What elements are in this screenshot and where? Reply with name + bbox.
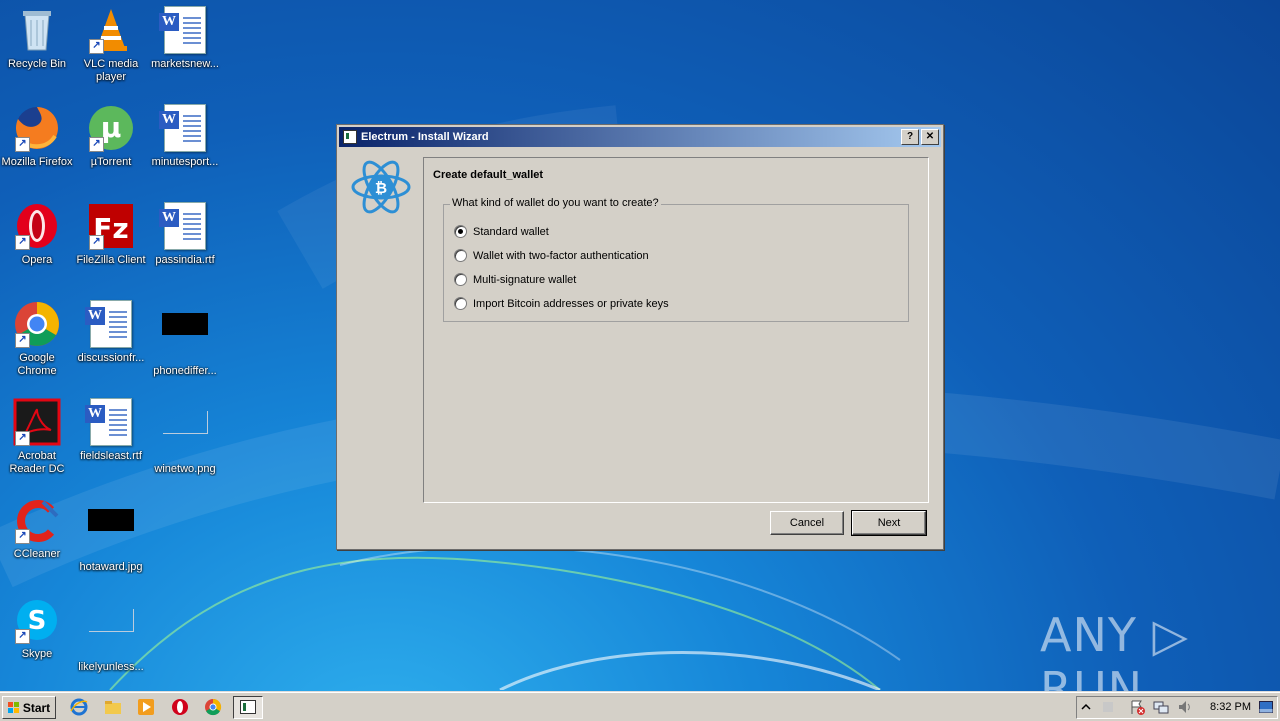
acrobat-icon: ↗	[13, 398, 61, 446]
window-icon	[240, 700, 256, 714]
desktop-icon-chrome[interactable]: ↗ Google Chrome	[0, 300, 74, 378]
file-explorer-icon[interactable]	[104, 698, 122, 716]
start-button[interactable]: Start	[2, 696, 56, 719]
word-document-icon: W	[85, 398, 135, 446]
option-multisig-wallet[interactable]: Multi-signature wallet	[454, 273, 576, 286]
taskbar-electrum-window[interactable]	[233, 696, 263, 719]
shortcut-arrow-icon: ↗	[15, 333, 30, 348]
desktop-icon-phonediffer[interactable]: phonediffer...	[148, 300, 222, 378]
shortcut-arrow-icon: ↗	[15, 431, 30, 446]
opera-icon: ↗	[13, 202, 61, 250]
action-center-flag-icon[interactable]	[1129, 699, 1145, 715]
option-standard-wallet[interactable]: Standard wallet	[454, 225, 549, 238]
chrome-icon: ↗	[13, 300, 61, 348]
desktop-icon-firefox[interactable]: ↗ Mozilla Firefox	[0, 104, 74, 169]
electrum-logo-icon: ₿	[351, 160, 411, 214]
internet-explorer-icon[interactable]	[70, 698, 88, 716]
desktop-icon-opera[interactable]: ↗ Opera	[0, 202, 74, 267]
start-label: Start	[22, 700, 51, 715]
image-file-icon	[161, 313, 209, 361]
desktop-icon-hotaward[interactable]: hotaward.jpg	[74, 496, 148, 574]
option-label: Import Bitcoin addresses or private keys	[473, 297, 669, 310]
image-file-icon	[87, 609, 135, 657]
network-icon[interactable]	[1153, 699, 1169, 715]
skype-icon: S ↗	[13, 596, 61, 644]
taskbar: Start 8:32 PM	[0, 692, 1280, 721]
page-title: Create default_wallet	[433, 169, 544, 181]
opera-taskbar-icon[interactable]	[171, 698, 189, 716]
word-document-icon: W	[159, 202, 209, 250]
option-label: Standard wallet	[473, 225, 549, 238]
filezilla-icon: Fz ↗	[87, 202, 135, 250]
show-hidden-icons-icon[interactable]	[1081, 702, 1091, 712]
option-label: Wallet with two-factor authentication	[473, 249, 649, 262]
desktop-icon-skype[interactable]: S ↗ Skype	[0, 596, 74, 661]
close-button[interactable]: ✕	[921, 129, 939, 145]
desktop-icon-discussionfr[interactable]: W discussionfr...	[74, 300, 148, 365]
desktop-icon-vlc[interactable]: ↗ VLC media player	[74, 6, 148, 84]
shortcut-arrow-icon: ↗	[15, 629, 30, 644]
shortcut-arrow-icon: ↗	[89, 137, 104, 152]
recycle-bin-icon	[13, 6, 61, 54]
utorrent-icon: µ ↗	[87, 104, 135, 152]
desktop-icon-likelyunless[interactable]: likelyunless...	[74, 596, 148, 674]
media-player-icon[interactable]	[137, 698, 155, 716]
wizard-content-panel: Create default_wallet What kind of walle…	[423, 157, 929, 503]
tray-placeholder-icon[interactable]	[1101, 700, 1115, 714]
option-import-keys[interactable]: Import Bitcoin addresses or private keys	[454, 297, 669, 310]
desktop-icon-recycle-bin[interactable]: Recycle Bin	[0, 6, 74, 71]
radio-button[interactable]	[454, 249, 467, 262]
svg-text:S: S	[28, 606, 47, 636]
option-label: Multi-signature wallet	[473, 273, 577, 286]
windows-logo-icon	[7, 702, 20, 713]
next-button[interactable]: Next	[851, 510, 927, 536]
desktop-icon-ccleaner[interactable]: ↗ CCleaner	[0, 496, 74, 561]
system-tray: 8:32 PM	[1076, 696, 1278, 719]
desktop-icon-marketsnew[interactable]: W marketsnew...	[148, 6, 222, 71]
dialog-titlebar[interactable]: Electrum - Install Wizard ? ✕	[339, 127, 941, 147]
option-two-factor-wallet[interactable]: Wallet with two-factor authentication	[454, 249, 649, 262]
dialog-title: Electrum - Install Wizard	[361, 131, 489, 143]
clock[interactable]: 8:32 PM	[1210, 701, 1251, 713]
electrum-window-icon	[343, 130, 357, 144]
shortcut-arrow-icon: ↗	[15, 529, 30, 544]
desktop-icon-filezilla[interactable]: Fz ↗ FileZilla Client	[74, 202, 148, 267]
desktop-icon-minutesport[interactable]: W minutesport...	[148, 104, 222, 169]
shortcut-arrow-icon: ↗	[89, 39, 104, 54]
install-wizard-dialog: Electrum - Install Wizard ? ✕ ₿ Create d…	[336, 124, 944, 550]
shortcut-arrow-icon: ↗	[15, 235, 30, 250]
desktop-icon-fieldsleast[interactable]: W fieldsleast.rtf	[74, 398, 148, 463]
shortcut-arrow-icon: ↗	[89, 235, 104, 250]
volume-icon[interactable]	[1177, 699, 1193, 715]
image-file-icon	[87, 509, 135, 557]
vlc-cone-icon: ↗	[87, 6, 135, 54]
firefox-icon: ↗	[13, 104, 61, 152]
ccleaner-icon: ↗	[13, 496, 61, 544]
image-file-icon	[161, 411, 209, 459]
word-document-icon: W	[159, 104, 209, 152]
help-button[interactable]: ?	[901, 129, 919, 145]
wallet-type-group: What kind of wallet do you want to creat…	[443, 197, 909, 322]
show-desktop-icon[interactable]	[1259, 701, 1273, 713]
radio-button[interactable]	[454, 297, 467, 310]
radio-button[interactable]	[454, 273, 467, 286]
desktop-icon-acrobat[interactable]: ↗ Acrobat Reader DC	[0, 398, 74, 476]
shortcut-arrow-icon: ↗	[15, 137, 30, 152]
word-document-icon: W	[159, 6, 209, 54]
desktop-icon-utorrent[interactable]: µ ↗ µTorrent	[74, 104, 148, 169]
desktop-icon-passindia[interactable]: W passindia.rtf	[148, 202, 222, 267]
word-document-icon: W	[85, 300, 135, 348]
radio-button-checked[interactable]	[454, 225, 467, 238]
cancel-button[interactable]: Cancel	[770, 511, 844, 535]
svg-text:₿: ₿	[375, 179, 387, 197]
wallet-type-question: What kind of wallet do you want to creat…	[450, 197, 661, 209]
chrome-taskbar-icon[interactable]	[204, 698, 222, 716]
desktop-icon-winetwo[interactable]: winetwo.png	[148, 398, 222, 476]
